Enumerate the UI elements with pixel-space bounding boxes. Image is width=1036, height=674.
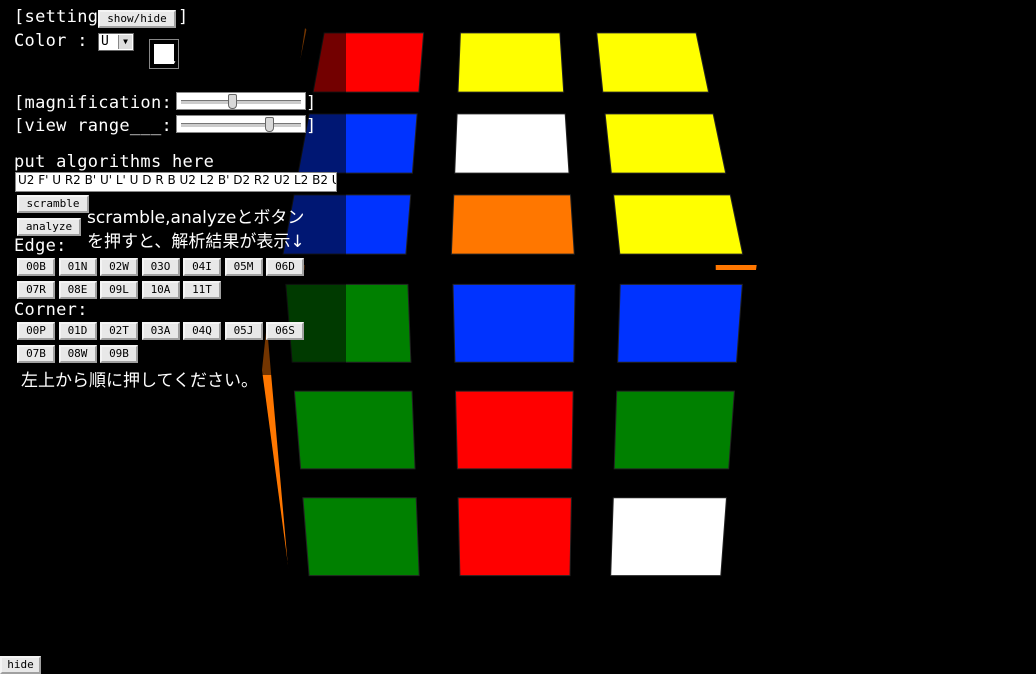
edge-button-08e[interactable]: 08E [58,281,97,299]
corner-button-04q[interactable]: 04Q [183,322,221,340]
magnification-slider-thumb[interactable] [228,94,238,109]
corner-label: Corner: [14,300,88,320]
corner-button-09b[interactable]: 09B [100,345,138,363]
instruction-text: 左上から順に押してください。 [21,371,258,391]
cube-top-face [258,22,768,265]
hide-button[interactable]: hide [0,656,41,674]
edge-button-05m[interactable]: 05M [224,258,263,276]
front-face-sticker-7-green [302,497,420,577]
front-face-sticker-3-blue [617,283,743,363]
front-face-sticker-2-blue [452,283,576,363]
color-label: Color : [14,31,88,51]
top-face-sticker-8-orange [450,194,575,255]
top-face-sticker-6-yellow [604,113,727,174]
corner-button-07b[interactable]: 07B [17,345,55,363]
edge-button-00b[interactable]: 00B [17,258,55,276]
scramble-button[interactable]: scramble [17,195,89,213]
edge-button-10a[interactable]: 10A [141,281,180,299]
corner-button-01d[interactable]: 01D [58,322,97,340]
corner-button-03a[interactable]: 03A [141,322,180,340]
show-hide-button[interactable]: show/hide [98,10,176,28]
corner-button-02t[interactable]: 02T [100,322,138,340]
front-face-sticker-9-white [610,497,728,577]
view-range-slider[interactable] [176,115,306,133]
front-face-sticker-1-green [285,283,412,363]
view-range-slider-thumb[interactable] [264,117,274,132]
algorithm-label: put algorithms here [14,152,215,172]
color-face-select[interactable]: U ▼ [98,33,134,51]
corner-button-08w[interactable]: 08W [58,345,97,363]
settings-title: [setting [14,7,99,27]
chevron-down-icon: ▼ [118,35,132,49]
edge-button-04i[interactable]: 04I [183,258,221,276]
front-face-sticker-8-red [457,497,572,577]
color-picker[interactable]: ▾ [149,39,179,69]
edge-button-07r[interactable]: 07R [17,281,55,299]
top-face-sticker-9-yellow [613,194,744,255]
slider-track [181,123,301,127]
edge-button-06d[interactable]: 06D [266,258,304,276]
hint-text-line1: scramble,analyzeとボタン [87,208,305,228]
edge-button-02w[interactable]: 02W [100,258,138,276]
magnification-label: [magnification: [14,93,173,113]
hint-text-line2: を押すと、解析結果が表示↓ [87,232,305,252]
top-face-sticker-1-red [312,32,425,93]
front-face-sticker-5-red [454,390,574,470]
caret-down-icon: ▾ [172,59,176,66]
top-face-sticker-3-yellow [596,32,710,93]
edge-button-01n[interactable]: 01N [58,258,97,276]
corner-button-05j[interactable]: 05J [224,322,263,340]
magnification-bracket: ] [306,93,317,113]
corner-button-06s[interactable]: 06S [266,322,304,340]
edge-button-09l[interactable]: 09L [100,281,138,299]
view-range-bracket: ] [306,116,317,136]
top-face-sticker-5-white [454,113,570,174]
magnification-slider[interactable] [176,92,306,110]
algorithm-input[interactable]: U2 F' U R2 B' U' L' U D R B U2 L2 B' D2 … [15,172,337,192]
color-face-value: U [101,34,109,49]
corner-button-00p[interactable]: 00P [17,322,55,340]
edge-button-11t[interactable]: 11T [183,281,221,299]
settings-title-bracket: ] [178,7,189,27]
top-face-sticker-2-yellow [457,32,565,93]
color-swatch-fill [154,44,174,64]
edge-label: Edge: [14,236,67,256]
cube-front-face [262,270,766,590]
analyze-button[interactable]: analyze [17,218,81,236]
front-face-sticker-6-green [613,390,735,470]
view-range-label: [view range___: [14,116,173,136]
front-face-sticker-4-green [293,390,416,470]
slider-track [181,100,301,104]
edge-button-03o[interactable]: 03O [141,258,180,276]
